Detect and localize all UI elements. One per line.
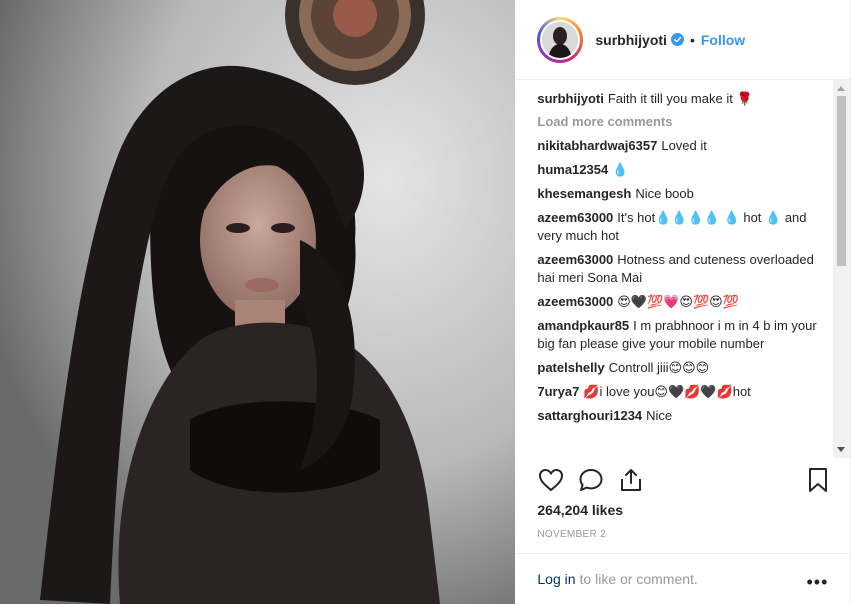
comment-item: nikitabhardwaj6357 Loved it [537, 137, 832, 155]
comment-icon[interactable] [577, 466, 605, 494]
share-icon[interactable] [617, 466, 645, 494]
bookmark-icon[interactable] [804, 466, 832, 494]
comments-list[interactable]: surbhijyoti Faith it till you make it 🌹 L… [537, 90, 832, 455]
comment-text: Controll jiii😊😊😊 [608, 360, 710, 375]
comment-item: 7urya7 💋i love you😊🖤💋🖤💋hot [537, 383, 832, 401]
scroll-up-arrow-icon[interactable] [837, 86, 845, 91]
login-link[interactable]: Log in [537, 571, 575, 587]
comment-text: Loved it [661, 138, 707, 153]
comment-text: 😍🖤💯💗😍💯😍💯 [617, 294, 739, 309]
caption-username[interactable]: surbhijyoti [537, 91, 603, 106]
photo-illustration [0, 0, 516, 604]
comment-item: azeem63000 It's hot💧💧💧💧 💧 hot 💧 and very … [537, 209, 832, 245]
login-prompt-text: to like or comment. [579, 571, 698, 587]
login-bar: Log in to like or comment. ••• [515, 553, 851, 604]
comment-item: patelshelly Controll jiii😊😊😊 [537, 359, 832, 377]
likes-count[interactable]: 264,204 likes [537, 502, 623, 518]
scrollbar-thumb[interactable] [837, 96, 846, 266]
follow-button[interactable]: Follow [701, 32, 745, 48]
comment-text: 💧 [612, 162, 629, 177]
comment-item: huma12354 💧 [537, 161, 832, 179]
post-modal: surbhijyoti • Follow surbhijyoti Faith it… [0, 0, 851, 604]
avatar[interactable] [540, 19, 581, 60]
comment-username[interactable]: amandpkaur85 [537, 318, 629, 333]
comment-username[interactable]: 7urya7 [537, 384, 579, 399]
post-date[interactable]: NOVEMBER 2 [537, 529, 606, 540]
comment-item: azeem63000 😍🖤💯💗😍💯😍💯 [537, 293, 832, 311]
comment-item: khesemangesh Nice boob [537, 185, 832, 203]
comment-item: sattarghouri1234 Nice [537, 407, 832, 425]
post-header: surbhijyoti • Follow [515, 0, 851, 80]
verified-badge-icon [670, 33, 684, 46]
post-actions [537, 466, 832, 496]
comment-item: azeem63000 Hotness and cuteness overloade… [537, 251, 832, 287]
comment-text: Nice [646, 408, 673, 423]
comment-username[interactable]: sattarghouri1234 [537, 408, 642, 423]
comment-username[interactable]: azeem63000 [537, 294, 613, 309]
comment-item: amandpkaur85 I m prabhnoor i m in 4 b im … [537, 317, 832, 353]
avatar-story-ring[interactable] [537, 16, 584, 63]
comment-text: 💋i love you😊🖤💋🖤💋hot [583, 384, 751, 399]
comment-username[interactable]: huma12354 [537, 162, 608, 177]
comment-text: Nice boob [635, 186, 694, 201]
scroll-down-arrow-icon[interactable] [837, 447, 845, 452]
more-options-icon[interactable]: ••• [806, 572, 828, 593]
post-photo[interactable] [0, 0, 516, 604]
header-separator-dot: • [689, 31, 695, 48]
comments-scrollbar[interactable] [833, 80, 850, 458]
comment-username[interactable]: khesemangesh [537, 186, 631, 201]
post-side-panel: surbhijyoti • Follow surbhijyoti Faith it… [515, 0, 851, 604]
comment-username[interactable]: azeem63000 [537, 252, 613, 267]
heart-icon[interactable] [537, 466, 565, 494]
load-more-comments-button[interactable]: Load more comments [537, 114, 832, 129]
comment-username[interactable]: nikitabhardwaj6357 [537, 138, 657, 153]
header-username[interactable]: surbhijyoti [595, 32, 667, 48]
caption: surbhijyoti Faith it till you make it 🌹 [537, 90, 832, 108]
comment-username[interactable]: azeem63000 [537, 210, 613, 225]
caption-text: Faith it till you make it 🌹 [607, 91, 753, 106]
comment-username[interactable]: patelshelly [537, 360, 604, 375]
